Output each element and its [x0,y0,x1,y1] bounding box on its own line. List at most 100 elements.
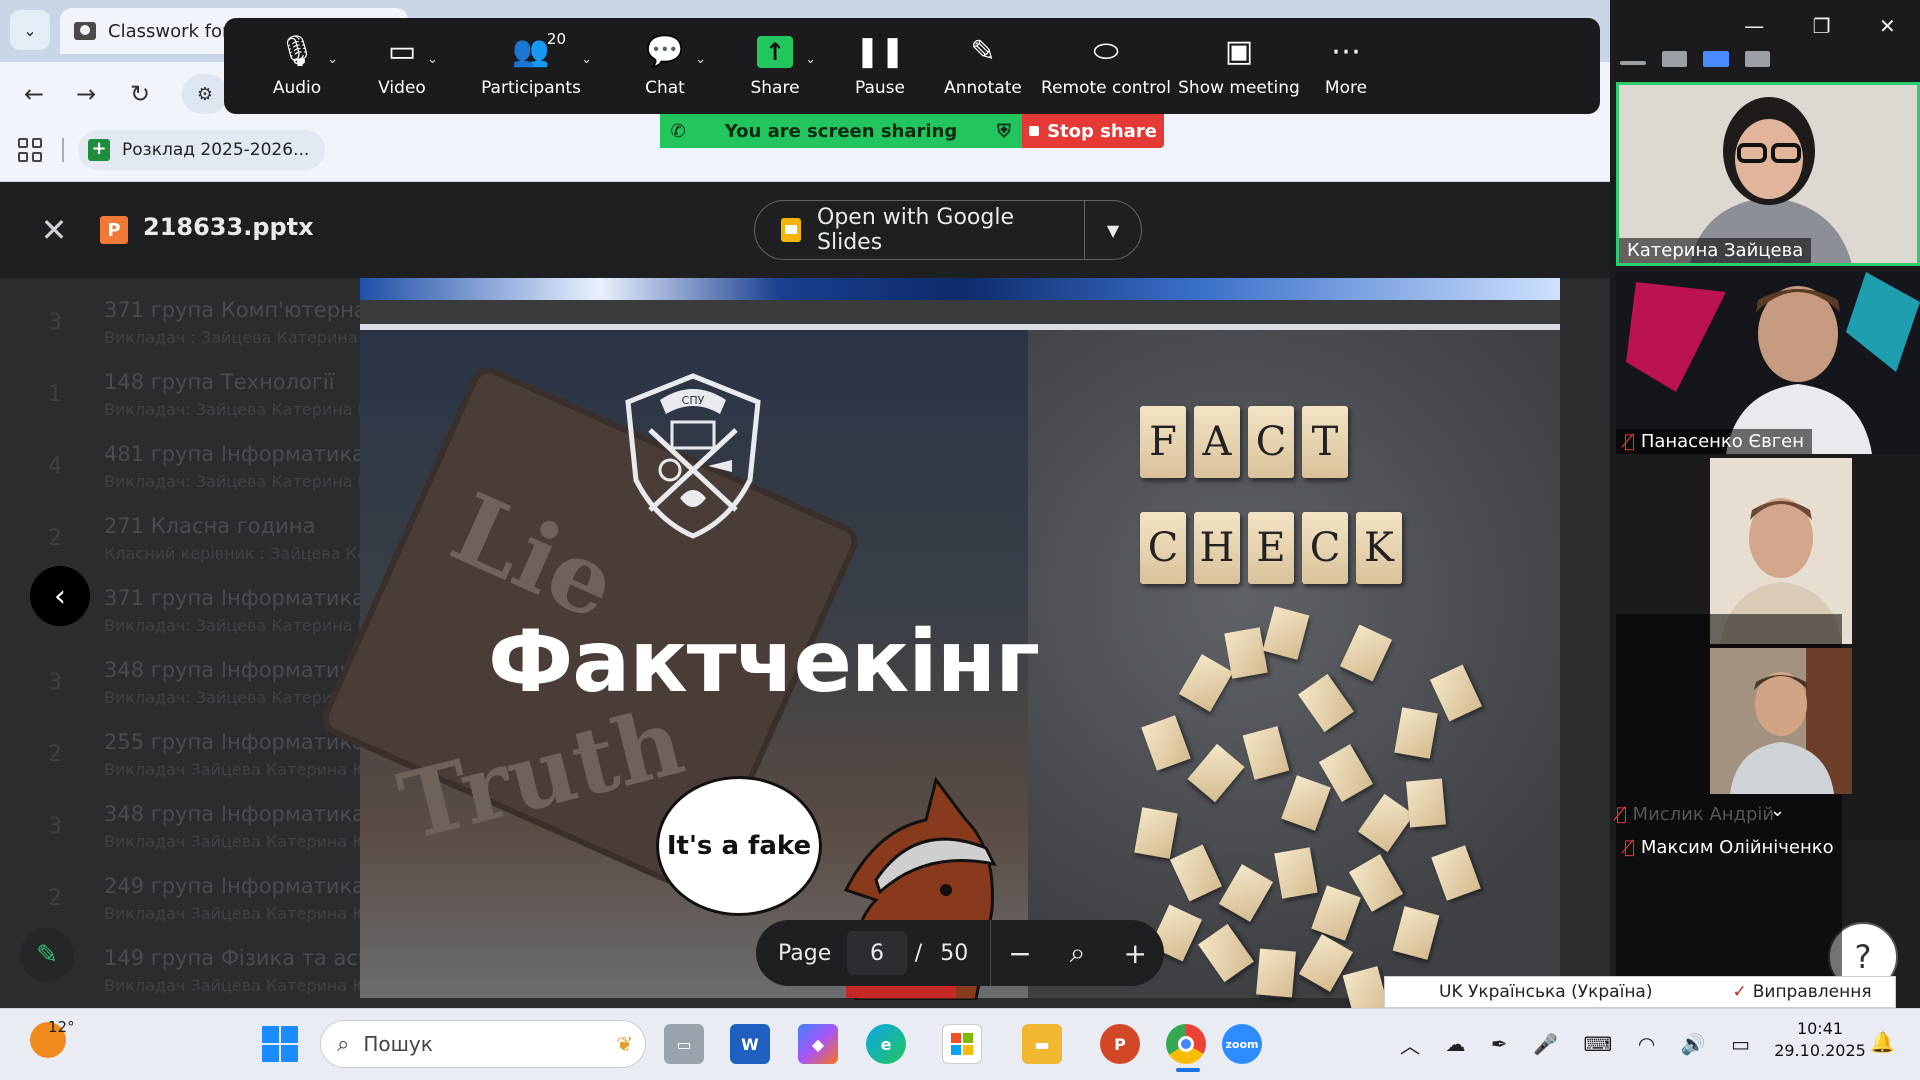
close-icon[interactable]: ✕ [38,210,70,250]
search-highlight-icon: ❦ [616,1032,633,1056]
class-title: 371 група Інформатика [104,586,366,610]
chevron-down-icon[interactable]: ⌄ [1770,800,1785,821]
gallery-grid-icon[interactable] [1744,51,1770,67]
participant-name: Панасенко Євген [1640,431,1804,452]
task-view-icon[interactable]: ▭ [664,1024,704,1064]
minimize-video-icon[interactable] [1620,61,1646,65]
class-list: 3 371 група Комп'ютерна вер Викладач : Зай… [0,288,412,1008]
onedrive-icon[interactable]: ☁ [1445,1032,1465,1056]
zoom-out-icon[interactable]: − [991,937,1049,970]
class-badge-count: 2 [48,886,62,911]
participant-video-tile[interactable]: 🎙̸ Панасенко Євген [1616,272,1920,454]
microphone-tray-icon[interactable]: 🎤 [1533,1032,1558,1056]
forward-arrow-icon[interactable]: → [68,76,104,112]
chevron-left-icon[interactable]: ‹ [30,566,90,626]
chevron-down-icon[interactable]: ▼ [1085,221,1141,240]
speaker-view-icon[interactable] [1661,51,1687,67]
scrabble-tiles: FACTCHECK [1028,330,1560,1020]
keyboard-icon[interactable]: ⌨ [1583,1032,1612,1056]
zoom-icon[interactable]: zoom [1222,1024,1262,1064]
site-info-icon[interactable]: ⚙ [182,74,228,114]
pause-icon: ❚❚ [854,34,906,69]
apps-grid-icon[interactable] [18,138,42,162]
powerpoint-icon[interactable]: P [1100,1024,1140,1064]
annotate-button[interactable]: ✎ Annotate [930,18,1036,114]
strip-view-icon[interactable] [1703,51,1729,67]
active-app-indicator [1176,1068,1200,1072]
pen-icon[interactable]: ✒ [1491,1032,1508,1056]
remote-control-button[interactable]: ⬭ Remote control [1036,18,1176,114]
participant-video [1710,648,1852,794]
show-meeting-button[interactable]: ▣ Show meeting [1176,18,1302,114]
chat-button[interactable]: 💬 Chat ⌄ [610,18,720,114]
notifications-icon[interactable]: 🔔 [1870,1030,1895,1054]
file-explorer-icon[interactable]: ▬ [1022,1024,1062,1064]
class-teacher: Викладач : Зайцева Катерина [104,328,358,347]
tab-search-dropdown[interactable]: ⌄ [10,10,50,50]
word-icon[interactable]: W [730,1024,770,1064]
video-button[interactable]: ▭ Video ⌄ [352,18,452,114]
file-name: 218633.pptx [143,213,314,241]
class-teacher: Викладач: Зайцева Катерина Ю [104,616,375,635]
stop-share-button[interactable]: Stop share [1022,114,1164,148]
search-icon: ⌕ [337,1031,350,1057]
open-with-google-slides-button[interactable]: Open with Google Slides ▼ [754,200,1142,260]
class-teacher: Викладач: Зайцева Катерина Ю [104,400,375,419]
chevron-down-icon[interactable]: ⌄ [327,52,338,67]
edge-icon[interactable]: e [866,1024,906,1064]
audio-button[interactable]: 🎙 Audio ⌄ [242,18,352,114]
input-language[interactable]: UK Українська (Україна) [1439,982,1652,1002]
class-title: 481 група Інформатика [104,442,366,466]
class-badge-count: 3 [48,670,62,695]
participant-name: Мислик Андрій [1632,804,1775,825]
zoom-icon[interactable]: ⌕ [1049,936,1107,970]
windows-start-icon[interactable] [262,1026,298,1062]
class-title: 149 група Фізика та астро [104,946,397,970]
chevron-down-icon[interactable]: ⌄ [805,52,816,67]
volume-icon[interactable]: 🔊 [1681,1032,1706,1056]
minimize-icon[interactable]: — [1744,14,1764,44]
reload-icon[interactable]: ↻ [122,76,158,112]
class-list-item: 2 249 група Інформатика Викладач Зайцева К… [0,864,380,936]
clock-date: 29.10.2025 [1774,1041,1866,1060]
blank-tile [1218,864,1274,922]
participant-name-tag: Катерина Зайцева [1619,238,1812,263]
page-number-input[interactable]: 6 [847,931,907,975]
close-window-icon[interactable]: ✕ [1879,14,1896,44]
participants-button[interactable]: 👥 Participants ⌄ 20 [452,18,610,114]
page-label: Page [778,940,832,966]
restore-icon[interactable]: ❐ [1813,14,1831,44]
class-title: 255 група Інформатика [104,730,366,754]
share-button[interactable]: ↑ Share ⌄ [720,18,830,114]
chevron-up-icon[interactable]: ︿ [1400,1030,1420,1059]
taskbar-search[interactable]: ⌕ Пошук ❦ [320,1020,646,1068]
back-arrow-icon[interactable]: ← [16,76,52,112]
wifi-icon[interactable]: ◠ [1638,1032,1655,1056]
class-title: 348 група Інформатика [104,802,366,826]
chevron-down-icon[interactable]: ⌄ [695,52,706,67]
bookmark-schedule[interactable]: + Розклад 2025-2026... [78,130,326,170]
edit-pencil-icon[interactable]: ✎ [20,928,74,982]
toolbar-label: Show meeting [1178,78,1300,98]
participant-video-tile[interactable] [1710,648,1852,794]
microphone-icon: 🎙 [277,34,317,69]
class-list-item: 4 481 група Інформатика Викладач: Зайцева … [0,432,380,504]
pencil-icon: ✎ [970,34,996,69]
chrome-icon[interactable] [1166,1024,1206,1064]
more-button[interactable]: ⋯ More [1302,18,1390,114]
microsoft-store-icon[interactable] [942,1024,982,1064]
taskbar-clock[interactable]: 10:41 29.10.2025 [1770,1018,1870,1062]
chevron-down-icon[interactable]: ⌄ [581,52,592,67]
pause-button[interactable]: ❚❚ Pause [830,18,930,114]
search-placeholder: Пошук [363,1032,433,1056]
copilot-icon[interactable]: ◆ [798,1024,838,1064]
stop-square-icon [1029,126,1040,136]
battery-icon[interactable]: ▭ [1731,1032,1750,1056]
zoom-in-icon[interactable]: + [1106,937,1164,970]
correction-button[interactable]: ✓ Виправлення [1732,982,1871,1002]
participant-video-tile[interactable]: Катерина Зайцева [1616,82,1920,266]
blank-tile [1358,793,1414,853]
chevron-down-icon[interactable]: ⌄ [427,52,438,67]
screen-sharing-banner: ✆ You are screen sharing ⛨ [660,114,1022,148]
letter-tile: E [1248,512,1294,584]
